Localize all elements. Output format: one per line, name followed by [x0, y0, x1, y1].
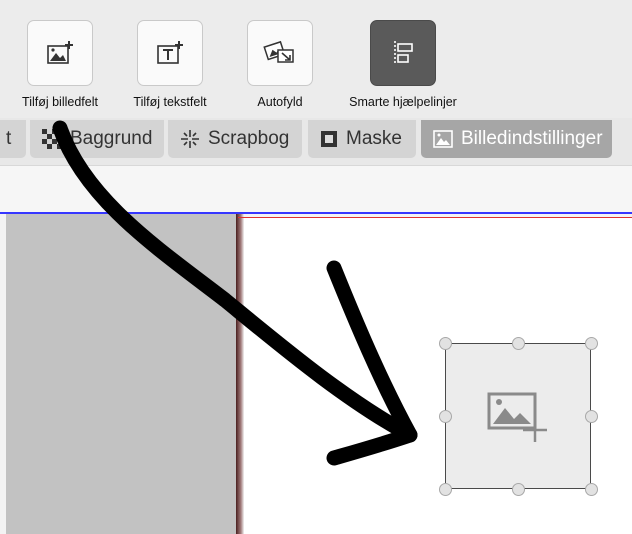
tab-partial-label: t: [6, 128, 12, 149]
smart-guides-button[interactable]: [370, 20, 436, 86]
smart-guides-label: Smarte hjælpelinjer: [349, 95, 457, 109]
tab-mask-label: Maske: [346, 128, 402, 149]
sparkle-icon: [180, 129, 200, 149]
smart-guides-icon: [394, 41, 413, 65]
image-placeholder-frame[interactable]: [445, 343, 591, 489]
add-image-field-button[interactable]: [27, 20, 93, 86]
add-text-field-button[interactable]: [137, 20, 203, 86]
tab-scrapbook[interactable]: Scrapbog: [168, 120, 302, 158]
image-settings-icon: [433, 130, 453, 148]
tab-bar: t Baggrund Scrapbog Maske Billedindstill…: [0, 118, 632, 166]
page-margin-line: [238, 217, 632, 218]
mask-icon: [320, 130, 338, 148]
top-toolbar: Tilføj billedfelt Tilføj tekstfelt Autof…: [0, 0, 632, 118]
background-checker-icon: [42, 129, 62, 149]
resize-handle-left[interactable]: [439, 410, 452, 423]
add-text-field-label: Tilføj tekstfelt: [133, 95, 207, 109]
tab-partial[interactable]: t: [0, 120, 26, 158]
autofill-icon: [263, 40, 294, 63]
left-page[interactable]: [6, 214, 236, 534]
tab-background-label: Baggrund: [70, 128, 153, 149]
tab-image-settings-label: Billedindstillinger: [461, 128, 603, 149]
resize-handle-bottom[interactable]: [512, 483, 525, 496]
tab-image-settings[interactable]: Billedindstillinger: [421, 120, 612, 158]
add-image-placeholder-icon: [487, 392, 547, 442]
tab-mask[interactable]: Maske: [308, 120, 416, 158]
page-spine-shadow: [236, 214, 244, 534]
resize-handle-top[interactable]: [512, 337, 525, 350]
add-text-field-icon: [157, 41, 183, 64]
resize-handle-bottom-right[interactable]: [585, 483, 598, 496]
resize-handle-top-right[interactable]: [585, 337, 598, 350]
tab-background[interactable]: Baggrund: [30, 120, 164, 158]
autofill-label: Autofyld: [257, 95, 303, 109]
autofill-button[interactable]: [247, 20, 313, 86]
options-bar: [0, 166, 632, 212]
resize-handle-right[interactable]: [585, 410, 598, 423]
tab-scrapbook-label: Scrapbog: [208, 128, 290, 149]
add-image-field-icon: [47, 41, 73, 64]
add-image-field-label: Tilføj billedfelt: [22, 95, 98, 109]
resize-handle-bottom-left[interactable]: [439, 483, 452, 496]
resize-handle-top-left[interactable]: [439, 337, 452, 350]
